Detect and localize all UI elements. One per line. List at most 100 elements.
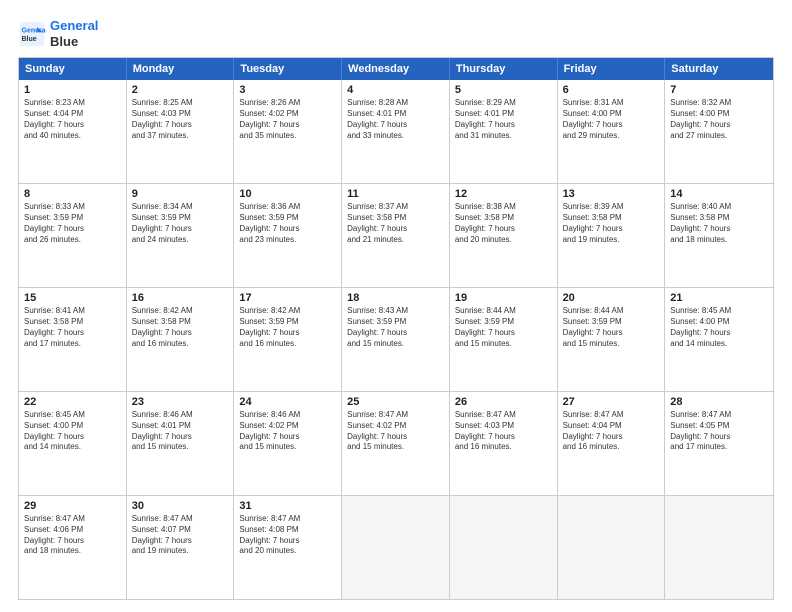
cell-content: Sunrise: 8:23 AMSunset: 4:04 PMDaylight:… — [24, 98, 121, 141]
calendar-cell: 4Sunrise: 8:28 AMSunset: 4:01 PMDaylight… — [342, 80, 450, 183]
calendar-row: 1Sunrise: 8:23 AMSunset: 4:04 PMDaylight… — [19, 80, 773, 183]
weekday-header: Wednesday — [342, 58, 450, 80]
day-number: 16 — [132, 292, 229, 304]
cell-content: Sunrise: 8:38 AMSunset: 3:58 PMDaylight:… — [455, 202, 552, 245]
calendar-cell: 12 Sunrise: 8:38 AMSunset: 3:58 PMDayligh… — [450, 184, 558, 287]
day-number: 20 — [563, 292, 660, 304]
calendar-cell: 20 Sunrise: 8:44 AMSunset: 3:59 PMDayligh… — [558, 288, 666, 391]
cell-content: Sunrise: 8:39 AMSunset: 3:58 PMDaylight:… — [563, 202, 660, 245]
day-number: 9 — [132, 188, 229, 200]
calendar-cell: 23Sunrise: 8:46 AMSunset: 4:01 PMDayligh… — [127, 392, 235, 495]
day-number: 25 — [347, 396, 444, 408]
calendar-cell: 16 Sunrise: 8:42 AMSunset: 3:58 PMDayligh… — [127, 288, 235, 391]
calendar-cell: 3 Sunrise: 8:26 AMSunset: 4:02 PMDaylight… — [234, 80, 342, 183]
cell-content: Sunrise: 8:28 AMSunset: 4:01 PMDaylight:… — [347, 98, 444, 141]
logo-line2: Blue — [50, 34, 98, 50]
cell-content: Sunrise: 8:29 AMSunset: 4:01 PMDaylight:… — [455, 98, 552, 141]
calendar-body: 1Sunrise: 8:23 AMSunset: 4:04 PMDaylight… — [19, 80, 773, 599]
calendar-cell — [665, 496, 773, 599]
calendar-cell: 22 Sunrise: 8:45 AMSunset: 4:00 PMDayligh… — [19, 392, 127, 495]
day-number: 12 — [455, 188, 552, 200]
day-number: 26 — [455, 396, 552, 408]
cell-content: Sunrise: 8:42 AMSunset: 3:59 PMDaylight:… — [239, 306, 336, 349]
calendar-cell: 15Sunrise: 8:41 AMSunset: 3:58 PMDayligh… — [19, 288, 127, 391]
calendar-cell: 7Sunrise: 8:32 AMSunset: 4:00 PMDaylight… — [665, 80, 773, 183]
svg-text:Blue: Blue — [22, 36, 37, 43]
cell-content: Sunrise: 8:47 AMSunset: 4:02 PMDaylight:… — [347, 410, 444, 453]
cell-content: Sunrise: 8:44 AMSunset: 3:59 PMDaylight:… — [563, 306, 660, 349]
calendar-cell: 18 Sunrise: 8:43 AMSunset: 3:59 PMDayligh… — [342, 288, 450, 391]
cell-content: Sunrise: 8:47 AMSunset: 4:06 PMDaylight:… — [24, 514, 121, 557]
calendar-row: 15Sunrise: 8:41 AMSunset: 3:58 PMDayligh… — [19, 287, 773, 391]
day-number: 22 — [24, 396, 121, 408]
day-number: 3 — [239, 84, 336, 96]
day-number: 24 — [239, 396, 336, 408]
calendar-cell: 26 Sunrise: 8:47 AMSunset: 4:03 PMDayligh… — [450, 392, 558, 495]
day-number: 8 — [24, 188, 121, 200]
cell-content: Sunrise: 8:47 AMSunset: 4:07 PMDaylight:… — [132, 514, 229, 557]
day-number: 5 — [455, 84, 552, 96]
cell-content: Sunrise: 8:45 AMSunset: 4:00 PMDaylight:… — [24, 410, 121, 453]
calendar-cell: 17 Sunrise: 8:42 AMSunset: 3:59 PMDayligh… — [234, 288, 342, 391]
calendar-cell: 2Sunrise: 8:25 AMSunset: 4:03 PMDaylight… — [127, 80, 235, 183]
calendar-cell: 31 Sunrise: 8:47 AMSunset: 4:08 PMDayligh… — [234, 496, 342, 599]
cell-content: Sunrise: 8:47 AMSunset: 4:05 PMDaylight:… — [670, 410, 768, 453]
calendar-cell: 13 Sunrise: 8:39 AMSunset: 3:58 PMDayligh… — [558, 184, 666, 287]
cell-content: Sunrise: 8:43 AMSunset: 3:59 PMDaylight:… — [347, 306, 444, 349]
cell-content: Sunrise: 8:47 AMSunset: 4:08 PMDaylight:… — [239, 514, 336, 557]
calendar-cell: 30Sunrise: 8:47 AMSunset: 4:07 PMDayligh… — [127, 496, 235, 599]
calendar-cell: 25 Sunrise: 8:47 AMSunset: 4:02 PMDayligh… — [342, 392, 450, 495]
cell-content: Sunrise: 8:31 AMSunset: 4:00 PMDaylight:… — [563, 98, 660, 141]
calendar-cell: 28 Sunrise: 8:47 AMSunset: 4:05 PMDayligh… — [665, 392, 773, 495]
calendar-cell: 10 Sunrise: 8:36 AMSunset: 3:59 PMDayligh… — [234, 184, 342, 287]
day-number: 31 — [239, 500, 336, 512]
cell-content: Sunrise: 8:26 AMSunset: 4:02 PMDaylight:… — [239, 98, 336, 141]
calendar-cell: 9 Sunrise: 8:34 AMSunset: 3:59 PMDaylight… — [127, 184, 235, 287]
cell-content: Sunrise: 8:40 AMSunset: 3:58 PMDaylight:… — [670, 202, 768, 245]
logo-text: General Blue — [50, 18, 98, 49]
calendar-cell — [450, 496, 558, 599]
calendar-cell: 14Sunrise: 8:40 AMSunset: 3:58 PMDayligh… — [665, 184, 773, 287]
calendar-row: 22 Sunrise: 8:45 AMSunset: 4:00 PMDayligh… — [19, 391, 773, 495]
day-number: 2 — [132, 84, 229, 96]
calendar-row: 29Sunrise: 8:47 AMSunset: 4:06 PMDayligh… — [19, 495, 773, 599]
cell-content: Sunrise: 8:47 AMSunset: 4:03 PMDaylight:… — [455, 410, 552, 453]
day-number: 18 — [347, 292, 444, 304]
cell-content: Sunrise: 8:47 AMSunset: 4:04 PMDaylight:… — [563, 410, 660, 453]
day-number: 23 — [132, 396, 229, 408]
day-number: 11 — [347, 188, 444, 200]
cell-content: Sunrise: 8:42 AMSunset: 3:58 PMDaylight:… — [132, 306, 229, 349]
cell-content: Sunrise: 8:32 AMSunset: 4:00 PMDaylight:… — [670, 98, 768, 141]
day-number: 13 — [563, 188, 660, 200]
weekday-header: Thursday — [450, 58, 558, 80]
day-number: 28 — [670, 396, 768, 408]
logo-icon: General Blue — [18, 20, 46, 48]
calendar-cell: 29Sunrise: 8:47 AMSunset: 4:06 PMDayligh… — [19, 496, 127, 599]
calendar-cell: 19Sunrise: 8:44 AMSunset: 3:59 PMDayligh… — [450, 288, 558, 391]
day-number: 21 — [670, 292, 768, 304]
weekday-header: Saturday — [665, 58, 773, 80]
cell-content: Sunrise: 8:46 AMSunset: 4:02 PMDaylight:… — [239, 410, 336, 453]
header: General Blue General Blue — [18, 18, 774, 49]
weekday-header: Sunday — [19, 58, 127, 80]
calendar-header: SundayMondayTuesdayWednesdayThursdayFrid… — [19, 58, 773, 80]
cell-content: Sunrise: 8:44 AMSunset: 3:59 PMDaylight:… — [455, 306, 552, 349]
cell-content: Sunrise: 8:34 AMSunset: 3:59 PMDaylight:… — [132, 202, 229, 245]
weekday-header: Tuesday — [234, 58, 342, 80]
calendar-cell: 24 Sunrise: 8:46 AMSunset: 4:02 PMDayligh… — [234, 392, 342, 495]
weekday-header: Friday — [558, 58, 666, 80]
cell-content: Sunrise: 8:37 AMSunset: 3:58 PMDaylight:… — [347, 202, 444, 245]
calendar-cell: 21Sunrise: 8:45 AMSunset: 4:00 PMDayligh… — [665, 288, 773, 391]
cell-content: Sunrise: 8:36 AMSunset: 3:59 PMDaylight:… — [239, 202, 336, 245]
day-number: 27 — [563, 396, 660, 408]
calendar-row: 8Sunrise: 8:33 AMSunset: 3:59 PMDaylight… — [19, 183, 773, 287]
calendar-cell: 1Sunrise: 8:23 AMSunset: 4:04 PMDaylight… — [19, 80, 127, 183]
calendar-cell: 8Sunrise: 8:33 AMSunset: 3:59 PMDaylight… — [19, 184, 127, 287]
logo: General Blue General Blue — [18, 18, 98, 49]
calendar-cell: 5 Sunrise: 8:29 AMSunset: 4:01 PMDaylight… — [450, 80, 558, 183]
day-number: 10 — [239, 188, 336, 200]
day-number: 17 — [239, 292, 336, 304]
calendar: SundayMondayTuesdayWednesdayThursdayFrid… — [18, 57, 774, 600]
svg-text:General: General — [22, 27, 47, 34]
weekday-header: Monday — [127, 58, 235, 80]
